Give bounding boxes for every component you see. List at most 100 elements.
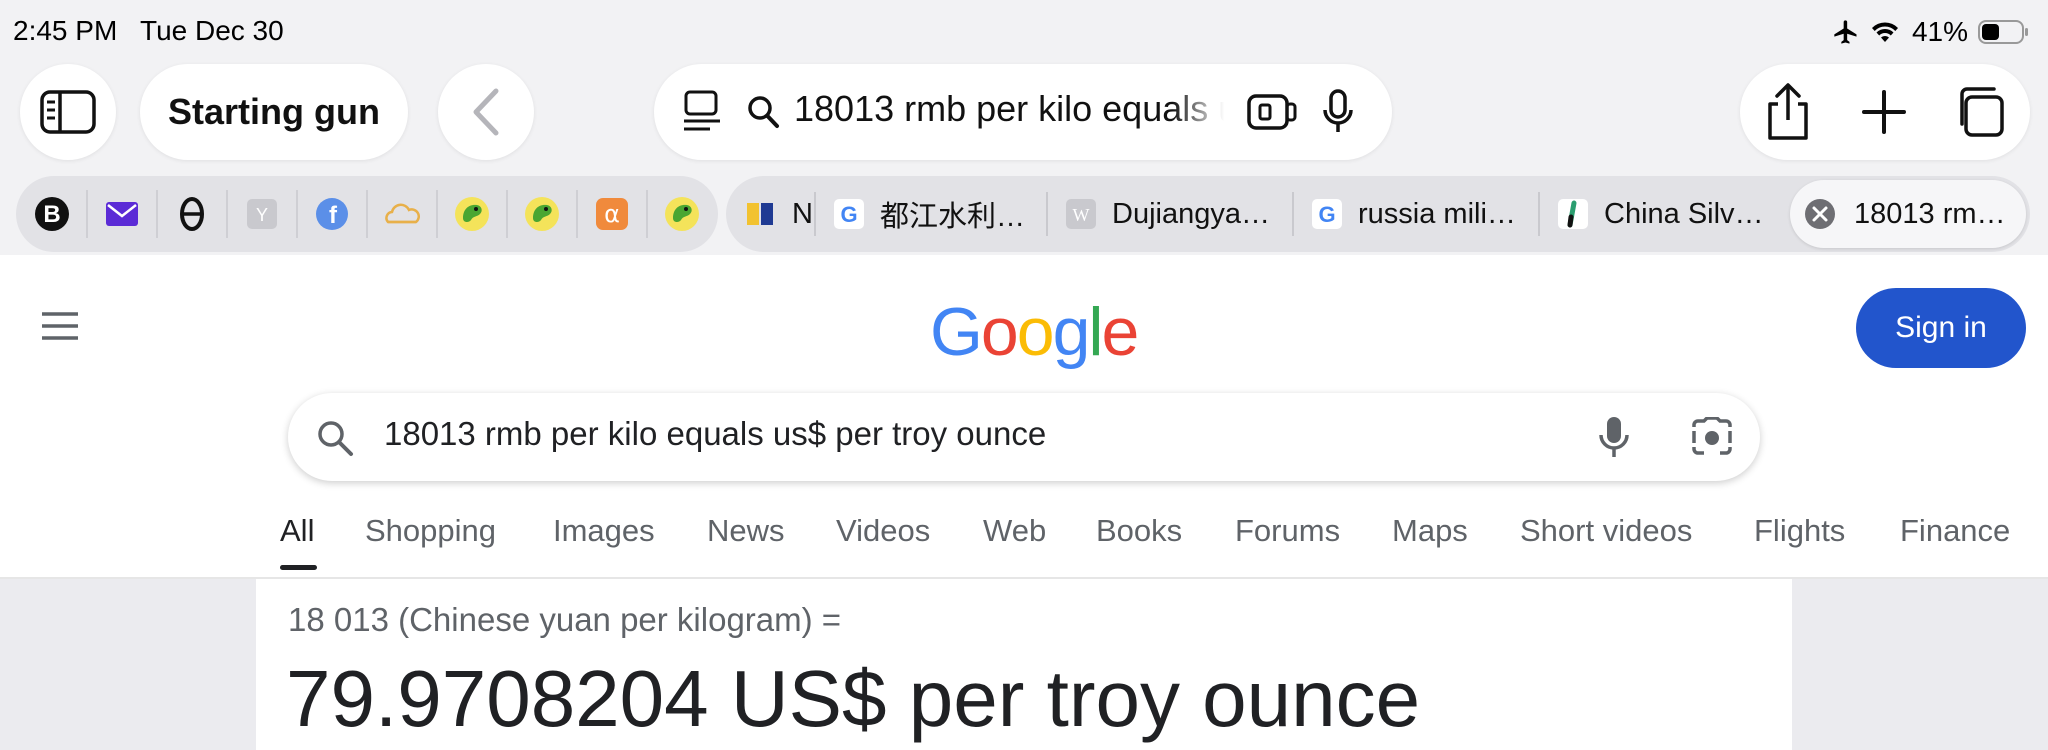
favorites-bar: B Y f α bbox=[16, 176, 718, 252]
google-logo-text: Google bbox=[930, 294, 1140, 370]
news-favicon-icon bbox=[746, 199, 776, 229]
search-input[interactable]: 18013 rmb per kilo equals us$ per troy o… bbox=[384, 415, 1046, 453]
google-logo-letter: g bbox=[1052, 294, 1091, 370]
tab-flights[interactable]: Flights bbox=[1754, 513, 1845, 549]
conversion-input-label: 18 013 (Chinese yuan per kilogram) = bbox=[288, 601, 842, 638]
b-circle-icon[interactable]: B bbox=[30, 192, 74, 236]
svg-text:α: α bbox=[604, 200, 620, 228]
tab-title: 18013 rm… bbox=[1854, 197, 2006, 230]
favorites-separator bbox=[576, 190, 578, 238]
status-indicators: 41% bbox=[1832, 14, 2030, 50]
tab-title: 都江水利… bbox=[880, 201, 1026, 233]
google-favicon-icon: G bbox=[1312, 199, 1342, 229]
tab-books[interactable]: Books bbox=[1096, 513, 1182, 549]
svg-text:f: f bbox=[329, 202, 338, 229]
camera-lens-icon[interactable] bbox=[1690, 417, 1734, 457]
page-menu-icon[interactable] bbox=[682, 90, 722, 134]
tab-web[interactable]: Web bbox=[983, 513, 1046, 549]
favorites-separator bbox=[506, 190, 508, 238]
mail-icon[interactable] bbox=[100, 192, 144, 236]
results-area: 18 013 (Chinese yuan per kilogram) = 79.… bbox=[0, 579, 2048, 750]
voice-search-icon[interactable] bbox=[1598, 415, 1630, 459]
tab-videos[interactable]: Videos bbox=[836, 513, 930, 549]
search-icon bbox=[316, 419, 354, 457]
search-icon bbox=[746, 94, 780, 130]
favorites-separator bbox=[86, 190, 88, 238]
favorites-separator bbox=[226, 190, 228, 238]
tab-item[interactable]: G russia mili… bbox=[1312, 176, 1542, 252]
tab-overview-icon[interactable] bbox=[1952, 86, 2006, 138]
tab-group-button[interactable]: Starting gun bbox=[140, 64, 408, 160]
status-time: 2:45 PM bbox=[13, 15, 118, 46]
tab-short-videos[interactable]: Short videos bbox=[1520, 513, 1692, 549]
favorites-separator bbox=[296, 190, 298, 238]
share-icon[interactable] bbox=[1764, 82, 1812, 142]
tab-images[interactable]: Images bbox=[553, 513, 655, 549]
cloud-icon[interactable] bbox=[380, 192, 424, 236]
tab-separator bbox=[814, 192, 816, 236]
f-circle-icon[interactable]: f bbox=[310, 192, 354, 236]
extensions-icon[interactable] bbox=[1246, 92, 1298, 132]
y-icon[interactable]: Y bbox=[240, 192, 284, 236]
close-tab-icon[interactable] bbox=[1804, 198, 1836, 230]
tab-item[interactable]: N bbox=[746, 176, 812, 252]
tab-item[interactable]: W Dujiangya… bbox=[1066, 176, 1296, 252]
parrot-icon[interactable] bbox=[660, 192, 704, 236]
tab-title: China Silv… bbox=[1604, 197, 1764, 230]
svg-text:G: G bbox=[1318, 202, 1335, 227]
new-tab-plus-icon[interactable] bbox=[1862, 90, 1906, 134]
google-logo-letter: l bbox=[1088, 294, 1103, 370]
tab-shopping[interactable]: Shopping bbox=[365, 513, 496, 549]
google-logo-letter: o bbox=[980, 294, 1019, 370]
wikipedia-favicon-icon: W bbox=[1066, 199, 1096, 229]
google-favicon-icon: G bbox=[834, 199, 864, 229]
parrot-icon[interactable] bbox=[520, 192, 564, 236]
address-text[interactable]: 18013 rmb per kilo equals us$ per troy o… bbox=[794, 88, 1224, 130]
chevron-left-icon bbox=[473, 88, 499, 136]
tab-news[interactable]: News bbox=[707, 513, 785, 549]
svg-text:G: G bbox=[840, 202, 857, 227]
sign-in-button[interactable]: Sign in bbox=[1856, 288, 2026, 368]
favorites-separator bbox=[366, 190, 368, 238]
favorites-separator bbox=[436, 190, 438, 238]
svg-text:Y: Y bbox=[256, 205, 268, 225]
tab-separator bbox=[1538, 192, 1540, 236]
tab-title: Dujiangya… bbox=[1112, 197, 1270, 230]
china-silver-favicon-icon bbox=[1558, 199, 1588, 229]
tab-forums[interactable]: Forums bbox=[1235, 513, 1340, 549]
conversion-result: 79.9708204 US$ per troy ounce bbox=[286, 654, 1421, 743]
tab-item[interactable]: G 都江水利… bbox=[834, 176, 1044, 252]
microphone-icon[interactable] bbox=[1322, 88, 1354, 136]
airplane-icon bbox=[1832, 18, 1860, 46]
tab-item-active[interactable]: 18013 rm… bbox=[1790, 180, 2026, 248]
tab-title: russia mili… bbox=[1358, 197, 1516, 230]
tab-maps[interactable]: Maps bbox=[1392, 513, 1468, 549]
google-logo-letter: o bbox=[1016, 294, 1055, 370]
back-button[interactable] bbox=[438, 64, 534, 160]
parrot-icon[interactable] bbox=[450, 192, 494, 236]
toolbar-actions bbox=[1740, 64, 2030, 160]
tab-finance[interactable]: Finance bbox=[1900, 513, 2010, 549]
favorites-separator bbox=[156, 190, 158, 238]
battery-icon bbox=[1978, 19, 2030, 45]
tab-all[interactable]: All bbox=[280, 513, 314, 549]
hamburger-menu-icon[interactable] bbox=[40, 311, 80, 346]
google-logo[interactable]: Google bbox=[930, 293, 1140, 371]
tab-item[interactable]: China Silv… bbox=[1558, 176, 1786, 252]
tab-bar: N G 都江水利… W Dujiangya… G russia mili… Ch… bbox=[726, 176, 2030, 252]
unit-conversion-card: 18 013 (Chinese yuan per kilogram) = 79.… bbox=[256, 579, 1792, 750]
tab-separator bbox=[1292, 192, 1294, 236]
theta-icon[interactable] bbox=[170, 192, 214, 236]
sidebar-button[interactable] bbox=[20, 64, 116, 160]
sidebar-icon bbox=[40, 90, 96, 134]
tab-title: N bbox=[792, 197, 812, 230]
svg-text:B: B bbox=[43, 201, 60, 228]
alpha-icon[interactable]: α bbox=[590, 192, 634, 236]
google-logo-letter: e bbox=[1101, 294, 1140, 370]
status-bar: 2:45 PM Tue Dec 30 41% bbox=[0, 0, 2048, 62]
tab-separator bbox=[1046, 192, 1048, 236]
address-bar[interactable]: 18013 rmb per kilo equals us$ per troy o… bbox=[654, 64, 1392, 160]
active-tab-indicator bbox=[280, 565, 317, 570]
svg-text:W: W bbox=[1073, 205, 1090, 225]
search-box[interactable]: 18013 rmb per kilo equals us$ per troy o… bbox=[288, 393, 1760, 481]
